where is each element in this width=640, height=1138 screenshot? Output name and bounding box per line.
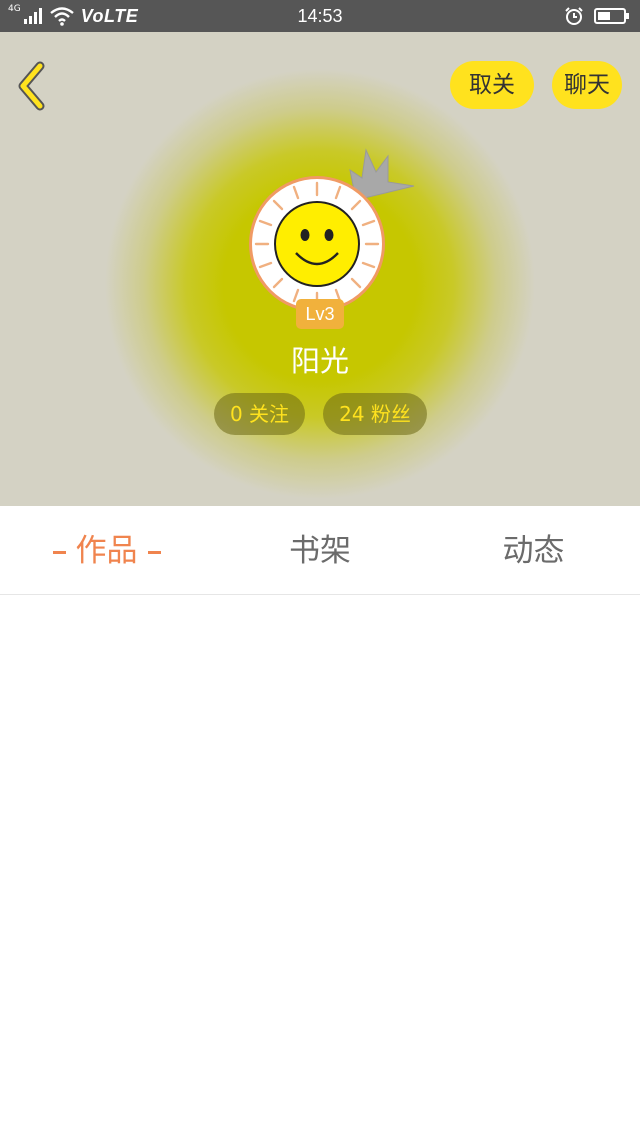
level-badge: Lv3 <box>296 299 344 329</box>
tab-bookshelf-label: 书架 <box>289 533 351 569</box>
username: 阳光 <box>290 344 349 378</box>
chat-button[interactable]: 聊天 <box>552 61 622 109</box>
status-right <box>564 0 630 32</box>
tab-activity-label: 动态 <box>502 533 565 569</box>
profile-header: 取关 聊天 Lv3 阳光 0 关注 24 粉丝 <box>0 32 640 506</box>
smiley-sun-icon <box>254 181 380 307</box>
content-area <box>0 595 640 1138</box>
tab-bar: 作品 书架 动态 <box>0 508 640 595</box>
fans-count[interactable]: 24 粉丝 <box>323 393 427 435</box>
active-tab-indicator-left <box>52 551 66 554</box>
unfollow-button[interactable]: 取关 <box>450 61 534 109</box>
tab-works[interactable]: 作品 <box>0 508 213 594</box>
following-count[interactable]: 0 关注 <box>214 393 305 435</box>
tab-works-label: 作品 <box>75 533 138 569</box>
alarm-icon <box>565 7 583 25</box>
avatar[interactable] <box>249 176 385 312</box>
tab-activity[interactable]: 动态 <box>427 508 640 594</box>
active-tab-indicator-right <box>147 551 161 554</box>
status-time: 14:53 <box>297 6 343 26</box>
chevron-left-icon <box>18 61 45 111</box>
battery-icon <box>594 8 629 24</box>
tab-bookshelf[interactable]: 书架 <box>213 508 427 594</box>
status-bar: 4G VoLTE 14:53 <box>0 0 640 32</box>
back-button[interactable] <box>14 60 54 112</box>
